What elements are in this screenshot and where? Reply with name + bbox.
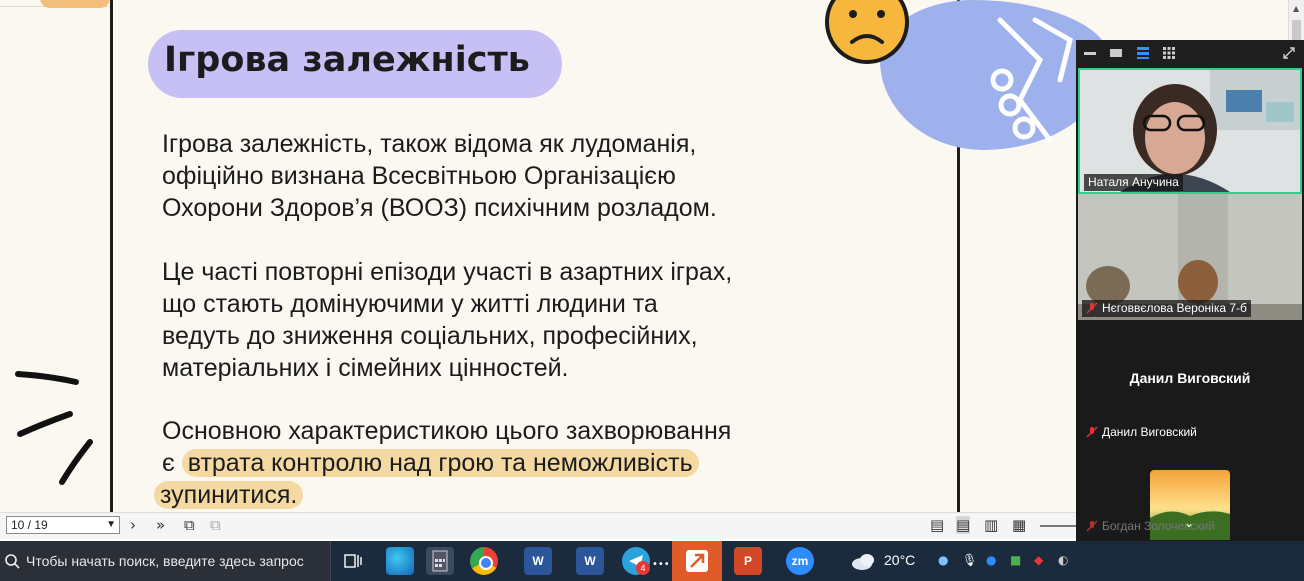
- telegram-badge: 4: [636, 561, 650, 575]
- participant-tile[interactable]: Нєговвєлова Вероніка 7-б: [1078, 194, 1302, 320]
- rotate-view-icon[interactable]: ⧉: [184, 516, 195, 534]
- zoom-video-panel: Наталя Анучина Нєговвєлова Вероніка 7-б …: [1076, 40, 1304, 541]
- tray-microphone-icon[interactable]: 🎙: [962, 553, 977, 567]
- next-page-icon[interactable]: ›: [130, 516, 136, 534]
- gallery-strip-icon[interactable]: [1136, 46, 1150, 60]
- active-app-highlight[interactable]: [672, 541, 722, 581]
- word-app-icon[interactable]: W: [524, 547, 552, 575]
- microphone-muted-icon: [1086, 426, 1098, 438]
- weather-cloud-icon: [852, 554, 874, 570]
- paragraph-line: зупинитися.: [154, 479, 731, 511]
- participant-name: Данил Виговский: [1102, 425, 1197, 439]
- participant-name-tag: Данил Виговский: [1082, 424, 1201, 441]
- chrome-browser-icon[interactable]: [470, 547, 498, 575]
- chevron-down-icon: ▼: [106, 519, 116, 530]
- paragraph-line: що стають домінуючими у житті людини та: [162, 290, 658, 318]
- paragraph-line: Охорони Здоров’я (ВООЗ) психічним розлад…: [162, 194, 717, 222]
- tray-zoom-icon[interactable]: ●: [986, 553, 996, 567]
- sad-face-icon: [825, 0, 909, 64]
- chain-hand-illustration: [990, 17, 1073, 143]
- more-icon: •••: [652, 559, 670, 570]
- task-view-icon[interactable]: [344, 553, 362, 569]
- paragraph-prefix: є: [162, 449, 175, 477]
- highlighted-text: втрата контролю над грою та неможливість: [181, 449, 699, 477]
- zoom-slider[interactable]: [1040, 525, 1076, 527]
- windows-taskbar: Чтобы начать поиск, введите здесь запрос…: [0, 541, 1304, 581]
- participant-name-tag: Богдан Золочевский: [1082, 518, 1219, 535]
- page-number-value: 10 / 19: [11, 518, 48, 532]
- search-icon: [5, 554, 20, 569]
- pdf-toolbar: 10 / 19 ▼ › » ⧉ ⧉ ▤ ▤ ▥ ▦: [0, 512, 1076, 539]
- taskbar-search-box[interactable]: Чтобы начать поиск, введите здесь запрос: [0, 541, 331, 581]
- powerpoint-app-icon[interactable]: P: [734, 547, 762, 575]
- tray-security-icon[interactable]: ◆: [1034, 553, 1043, 567]
- two-page-view-icon[interactable]: ▥: [984, 516, 998, 534]
- search-placeholder: Чтобы начать поиск, введите здесь запрос: [26, 553, 304, 569]
- participant-tile[interactable]: Данил Виговский Данил Виговский: [1078, 322, 1302, 446]
- microphone-muted-icon: [1086, 520, 1098, 532]
- paragraph-description: Це часті повторні епізоди участі в азарт…: [162, 256, 732, 384]
- paragraph-line: ведуть до зниження соціальних, професійн…: [162, 322, 698, 350]
- paragraph-line: матеріальних і сімейних цінностей.: [162, 354, 569, 382]
- copy-icon[interactable]: ⧉: [210, 516, 221, 534]
- minimize-icon[interactable]: [1084, 52, 1096, 55]
- paragraph-line: Ігрова залежність, також відома як лудом…: [162, 130, 697, 158]
- edge-browser-icon[interactable]: [386, 547, 414, 575]
- paragraph-line: є втрата контролю над грою та неможливіс…: [162, 447, 731, 479]
- participant-name-tag: Наталя Анучина: [1084, 174, 1183, 191]
- calculator-icon[interactable]: [426, 547, 454, 575]
- continuous-view-icon[interactable]: ▤: [956, 516, 971, 534]
- participant-tile[interactable]: Богдан Золочевский ⌄: [1078, 448, 1302, 541]
- single-page-view-icon[interactable]: ▤: [930, 516, 944, 534]
- paragraph-definition: Ігрова залежність, також відома як лудом…: [162, 128, 717, 224]
- last-page-icon[interactable]: »: [156, 516, 165, 534]
- tray-network-icon[interactable]: ◐: [1058, 553, 1068, 567]
- speaker-view-icon[interactable]: [1110, 49, 1122, 57]
- tray-telegram-icon[interactable]: ●: [938, 553, 948, 567]
- microphone-muted-icon: [1086, 302, 1098, 314]
- participant-name: Нєговвєлова Вероніка 7-б: [1102, 301, 1247, 315]
- word-app-icon[interactable]: W: [576, 547, 604, 575]
- participant-name-tag: Нєговвєлова Вероніка 7-б: [1082, 300, 1251, 317]
- slide-title: Ігрова залежність: [164, 40, 530, 80]
- participant-tile-active[interactable]: Наталя Анучина: [1078, 68, 1302, 194]
- paragraph-line: Основною характеристикою цього захворюва…: [162, 417, 732, 445]
- paragraph-line: Це часті повторні епізоди участі в азарт…: [162, 258, 733, 286]
- participant-name: Богдан Золочевский: [1102, 519, 1216, 533]
- decorative-strokes: [15, 371, 93, 485]
- weather-temperature[interactable]: 20°C: [884, 552, 915, 568]
- paragraph-characteristic: Основною характеристикою цього захворюва…: [154, 415, 732, 511]
- grid-view-icon[interactable]: [1162, 46, 1176, 60]
- participant-display-name: Данил Виговский: [1129, 370, 1251, 386]
- two-page-continuous-icon[interactable]: ▦: [1012, 516, 1026, 534]
- pdf-viewer-icon: [686, 550, 708, 572]
- expand-icon[interactable]: [1282, 46, 1296, 60]
- telegram-icon[interactable]: 4: [622, 547, 650, 575]
- zoom-panel-header: [1076, 40, 1304, 68]
- highlighted-text: зупинитися.: [154, 481, 304, 509]
- slide-left-border: [110, 0, 113, 512]
- zoom-app-icon[interactable]: zm: [786, 547, 814, 575]
- chevron-down-icon[interactable]: ⌄: [1184, 516, 1194, 530]
- paragraph-line: офіційно визнана Всесвітньою Організаціє…: [162, 162, 676, 190]
- decorative-blob-orange: [40, 0, 110, 8]
- page-number-select[interactable]: 10 / 19 ▼: [6, 516, 120, 534]
- scroll-up-icon[interactable]: ▲: [1293, 4, 1299, 13]
- tray-app-icon[interactable]: ■: [1010, 553, 1021, 567]
